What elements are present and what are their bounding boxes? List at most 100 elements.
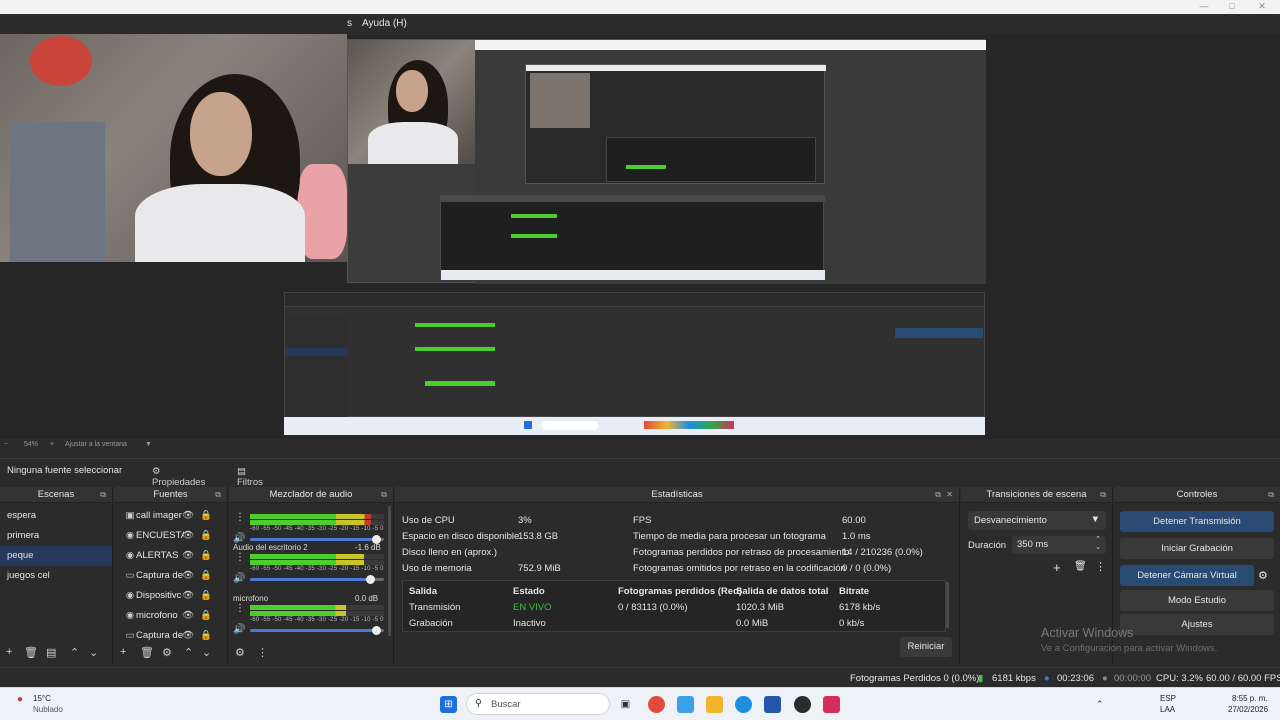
add-transition-icon[interactable]: + bbox=[1053, 560, 1061, 575]
undock-icon[interactable]: ⧉ bbox=[215, 487, 221, 503]
chrome-icon[interactable] bbox=[648, 696, 665, 713]
source-label: Captura de bbox=[136, 570, 184, 581]
move-up-icon[interactable]: ⌃ bbox=[70, 646, 79, 659]
more-options-icon[interactable]: ⋮ bbox=[235, 552, 245, 563]
windows-start-icon[interactable]: ⊞ bbox=[440, 696, 457, 713]
audio-meter bbox=[250, 554, 384, 559]
filters-button[interactable]: ▤ Filtros bbox=[231, 462, 279, 488]
close-icon[interactable]: ✕ bbox=[1256, 1, 1268, 13]
more-options-icon[interactable]: ⋮ bbox=[1095, 560, 1106, 573]
task-view-icon[interactable]: ▣ bbox=[617, 696, 634, 713]
undock-icon[interactable]: ⧉ bbox=[381, 487, 387, 503]
move-down-icon[interactable]: ⌄ bbox=[202, 646, 211, 659]
menu-help[interactable]: Ayuda (H) bbox=[362, 18, 407, 29]
eye-icon[interactable]: 👁 bbox=[182, 526, 194, 546]
undock-icon[interactable]: ⧉ bbox=[935, 487, 941, 503]
mixer-scrollbar[interactable] bbox=[388, 506, 391, 636]
copilot-icon[interactable] bbox=[677, 696, 694, 713]
source-item[interactable]: ◉ microfono 👁 🔒 bbox=[4, 606, 224, 626]
stats-scrollbar[interactable] bbox=[946, 582, 949, 628]
undock-icon[interactable]: ⧉ bbox=[100, 487, 106, 503]
minimize-icon[interactable]: — bbox=[1198, 1, 1210, 13]
lock-icon[interactable]: 🔒 bbox=[200, 626, 212, 646]
lock-icon[interactable]: 🔒 bbox=[200, 526, 212, 546]
language-code[interactable]: ESP bbox=[1160, 694, 1176, 703]
duration-input[interactable]: 350 ms ⌃ ⌄ bbox=[1012, 536, 1106, 554]
control-button[interactable]: Detener Transmisión bbox=[1120, 511, 1274, 532]
more-options-icon[interactable]: ⋮ bbox=[257, 646, 268, 659]
source-item[interactable]: ▭ Captura de 👁 🔒 bbox=[4, 626, 224, 646]
properties-button[interactable]: ⚙ Propiedades bbox=[146, 462, 220, 488]
add-scene-icon[interactable]: + bbox=[6, 646, 12, 658]
undock-icon[interactable]: ⧉ bbox=[1268, 487, 1274, 503]
maximize-icon[interactable]: □ bbox=[1226, 1, 1238, 13]
reset-button[interactable]: Reiniciar bbox=[900, 637, 952, 657]
tiktok-icon[interactable] bbox=[823, 696, 840, 713]
obs-icon[interactable] bbox=[794, 696, 811, 713]
zoom-plus[interactable]: + bbox=[50, 441, 54, 448]
move-up-icon[interactable]: ⌃ bbox=[184, 646, 193, 659]
control-button[interactable]: Iniciar Grabación bbox=[1120, 538, 1274, 559]
volume-slider[interactable] bbox=[250, 626, 384, 635]
filter-icon: ▤ bbox=[237, 466, 246, 477]
preview-canvas[interactable]: − 54% + Ajustar a la ventana ▼ bbox=[0, 34, 1280, 448]
lock-icon[interactable]: 🔒 bbox=[200, 566, 212, 586]
more-options-icon[interactable]: ⋮ bbox=[235, 512, 245, 523]
fit-window-label[interactable]: Ajustar a la ventana bbox=[65, 441, 127, 448]
eye-icon[interactable]: 👁 bbox=[182, 606, 194, 626]
volume-slider[interactable] bbox=[250, 535, 384, 544]
remove-source-icon[interactable]: 🗑 bbox=[140, 646, 154, 659]
tray-chevron-icon[interactable]: ⌃ bbox=[1096, 699, 1104, 710]
eye-icon[interactable]: 👁 bbox=[182, 586, 194, 606]
taskbar-search[interactable]: ⚲ Buscar bbox=[466, 693, 610, 715]
zoom-minus[interactable]: − bbox=[4, 441, 8, 448]
control-button[interactable]: Modo Estudio bbox=[1120, 590, 1274, 611]
source-item[interactable]: ◉ ALERTAS 👁 🔒 bbox=[4, 546, 224, 566]
lock-icon[interactable]: 🔒 bbox=[200, 546, 212, 566]
audio-meter bbox=[250, 520, 384, 525]
volume-knob[interactable] bbox=[365, 575, 375, 584]
stats-dock: Estadísticas ⧉ ✕ bbox=[395, 487, 960, 665]
table-cell: EN VIVO bbox=[513, 602, 552, 613]
source-item[interactable]: ◉ ENCUESTA 👁 🔒 bbox=[4, 526, 224, 546]
source-item[interactable]: ◉ Dispositivc 👁 🔒 bbox=[4, 586, 224, 606]
source-item[interactable]: ▭ Captura de 👁 🔒 bbox=[4, 566, 224, 586]
weather-desc[interactable]: Nublado bbox=[33, 705, 63, 714]
lock-icon[interactable]: 🔒 bbox=[200, 586, 212, 606]
edge-icon[interactable] bbox=[735, 696, 752, 713]
remove-transition-icon[interactable]: 🗑 bbox=[1074, 561, 1087, 572]
gear-icon[interactable]: ⚙ bbox=[162, 646, 172, 659]
eye-icon[interactable]: 👁 bbox=[182, 566, 194, 586]
speaker-icon[interactable]: 🔊 bbox=[233, 573, 245, 584]
more-options-icon[interactable]: ⋮ bbox=[235, 603, 245, 614]
chevron-down-icon[interactable]: ▼ bbox=[145, 441, 152, 448]
close-icon[interactable]: ✕ bbox=[946, 487, 953, 503]
transition-select[interactable]: Desvanecimiento ▼ bbox=[968, 511, 1106, 530]
language-layout[interactable]: LAA bbox=[1160, 705, 1175, 714]
speaker-icon[interactable]: 🔊 bbox=[233, 624, 245, 635]
folder-icon[interactable] bbox=[706, 696, 723, 713]
control-button[interactable]: Ajustes bbox=[1120, 614, 1274, 635]
advanced-audio-icon[interactable]: ⚙ bbox=[235, 646, 245, 659]
eye-icon[interactable]: 👁 bbox=[182, 626, 194, 646]
gear-icon[interactable]: ⚙ bbox=[1258, 569, 1268, 582]
remove-scene-icon[interactable]: 🗑 bbox=[24, 646, 38, 659]
add-source-icon[interactable]: + bbox=[120, 646, 126, 658]
clock-time[interactable]: 8:55 p. m. bbox=[1232, 694, 1268, 703]
control-button[interactable]: Detener Cámara Virtual bbox=[1120, 565, 1254, 586]
store-icon[interactable] bbox=[764, 696, 781, 713]
zoom-bar: − 54% + Ajustar a la ventana ▼ bbox=[0, 439, 1280, 453]
table-cell: 1020.3 MiB bbox=[736, 602, 785, 613]
hidden-eye-icon[interactable]: 👁 bbox=[182, 506, 194, 526]
lock-icon[interactable]: 🔒 bbox=[200, 606, 212, 626]
stepper-arrows-icon[interactable]: ⌃ ⌄ bbox=[1095, 536, 1101, 552]
move-down-icon[interactable]: ⌄ bbox=[89, 646, 98, 659]
eye-icon[interactable]: 👁 bbox=[182, 546, 194, 566]
undock-icon[interactable]: ⧉ bbox=[1100, 487, 1106, 503]
source-item[interactable]: ▣ call imager 👁 🔒 bbox=[4, 506, 224, 526]
clock-date[interactable]: 27/02/2026 bbox=[1228, 705, 1268, 714]
lock-icon[interactable]: 🔒 bbox=[200, 506, 212, 526]
filter-icon[interactable]: ▤ bbox=[46, 646, 56, 659]
weather-temp[interactable]: 15°C bbox=[33, 694, 51, 703]
volume-slider[interactable] bbox=[250, 575, 384, 584]
